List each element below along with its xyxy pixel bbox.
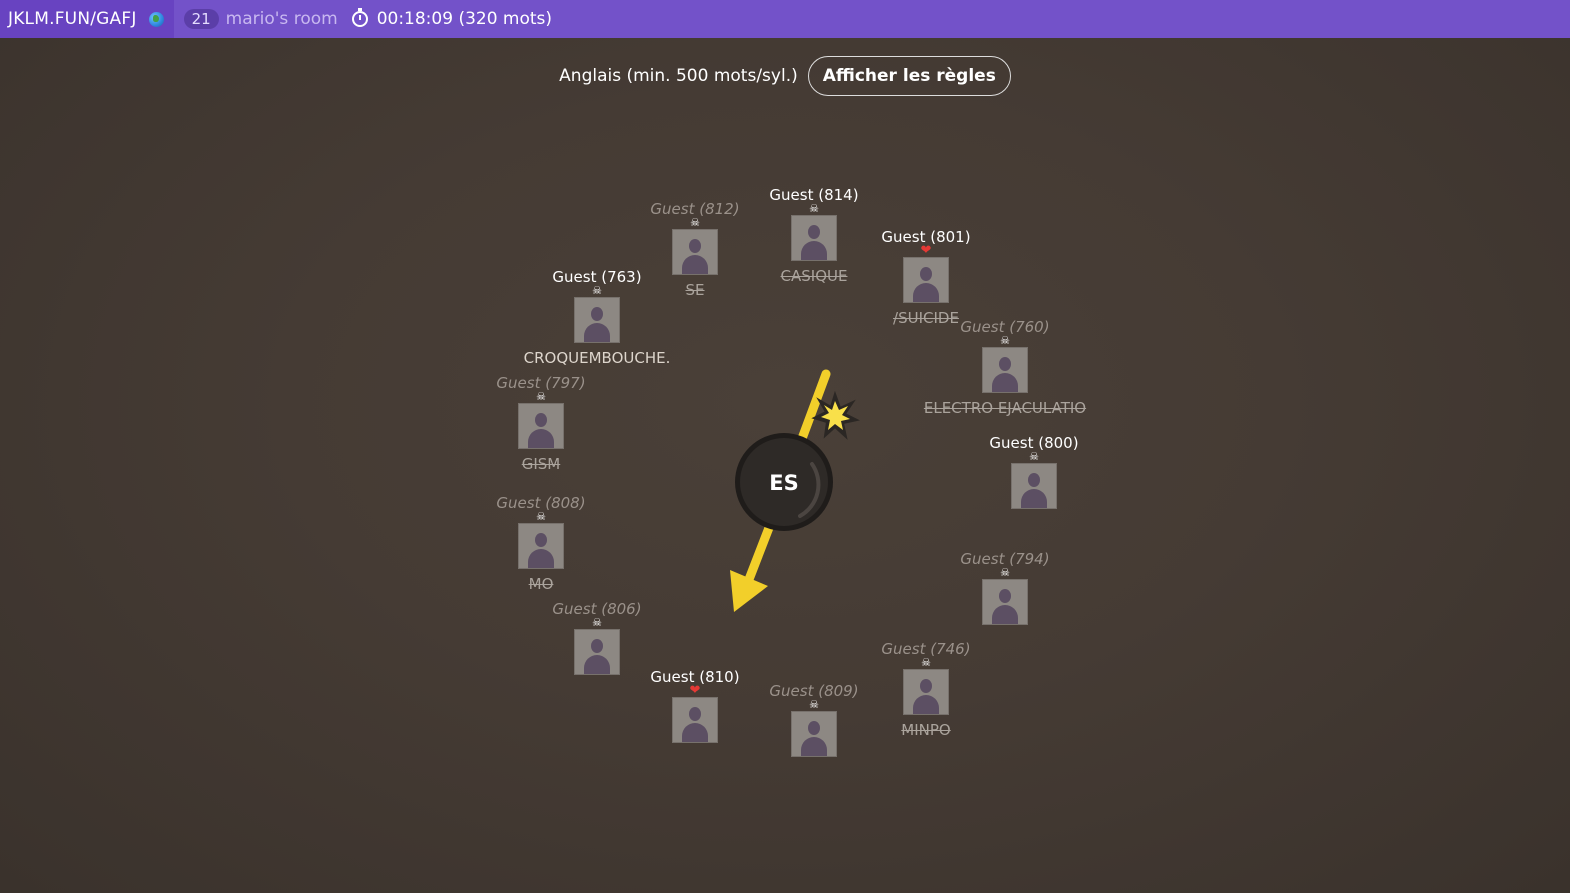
player-seat: Guest (797) ☠ GISM <box>441 374 641 473</box>
player-avatar <box>518 523 564 569</box>
skull-icon: ☠ <box>1000 334 1010 347</box>
player-last-word: MO <box>528 575 554 593</box>
player-avatar <box>791 711 837 757</box>
room-code-link[interactable]: JKLM.FUN/GAFJ <box>0 0 174 38</box>
player-avatar <box>672 229 718 275</box>
skull-icon: ☠ <box>592 616 602 629</box>
player-avatar <box>982 347 1028 393</box>
player-seat: Guest (760) ☠ ELECTRO EJACULATIO <box>905 318 1105 417</box>
dictionary-label: Anglais (min. 500 mots/syl.) <box>559 66 798 86</box>
stopwatch-icon <box>351 8 368 27</box>
player-last-word: SE <box>685 281 705 299</box>
room-name: mario's room <box>225 9 338 29</box>
syllable-prompt: ES <box>769 471 798 495</box>
player-seat: Guest (806) ☠ <box>497 600 697 681</box>
skull-icon: ☠ <box>1000 566 1010 579</box>
bomb: ES <box>730 369 860 612</box>
player-seat: Guest (812) ☠ SE <box>595 200 795 299</box>
player-avatar <box>672 697 718 743</box>
globe-icon <box>148 11 164 27</box>
top-bar: JKLM.FUN/GAFJ 21 mario's room 00:18:09 (… <box>0 0 1570 38</box>
player-avatar <box>574 297 620 343</box>
player-last-word: GISM <box>521 455 561 473</box>
turn-arrow-icon <box>730 515 777 612</box>
heart-icon: ❤ <box>920 243 932 258</box>
player-seat: Guest (801) ❤ /SUICIDE <box>826 228 1026 327</box>
fuse <box>795 369 831 449</box>
skull-icon: ☠ <box>536 510 546 523</box>
skull-icon: ☠ <box>921 656 931 669</box>
spark-icon <box>811 390 860 440</box>
player-avatar <box>982 579 1028 625</box>
player-seat: Guest (800) ☠ <box>934 434 1134 515</box>
skull-icon: ☠ <box>1029 450 1039 463</box>
player-avatar <box>903 257 949 303</box>
player-avatar <box>1011 463 1057 509</box>
room-code: JKLM.FUN/GAFJ <box>8 9 137 29</box>
player-last-word: CROQUEMBOUCHE. <box>523 349 671 367</box>
player-avatar <box>574 629 620 675</box>
player-seat: Guest (808) ☠ MO <box>441 494 641 593</box>
skull-icon: ☠ <box>536 390 546 403</box>
rules-row: Anglais (min. 500 mots/syl.) Afficher le… <box>0 56 1570 96</box>
skull-icon: ☠ <box>690 216 700 229</box>
player-count-badge: 21 <box>183 9 219 29</box>
game-timer: 00:18:09 (320 mots) <box>376 9 553 29</box>
player-seat: Guest (794) ☠ <box>905 550 1105 631</box>
player-avatar <box>518 403 564 449</box>
show-rules-button[interactable]: Afficher les règles <box>807 56 1011 96</box>
heart-icon: ❤ <box>689 683 701 698</box>
player-last-word: ELECTRO EJACULATIO <box>923 399 1087 417</box>
